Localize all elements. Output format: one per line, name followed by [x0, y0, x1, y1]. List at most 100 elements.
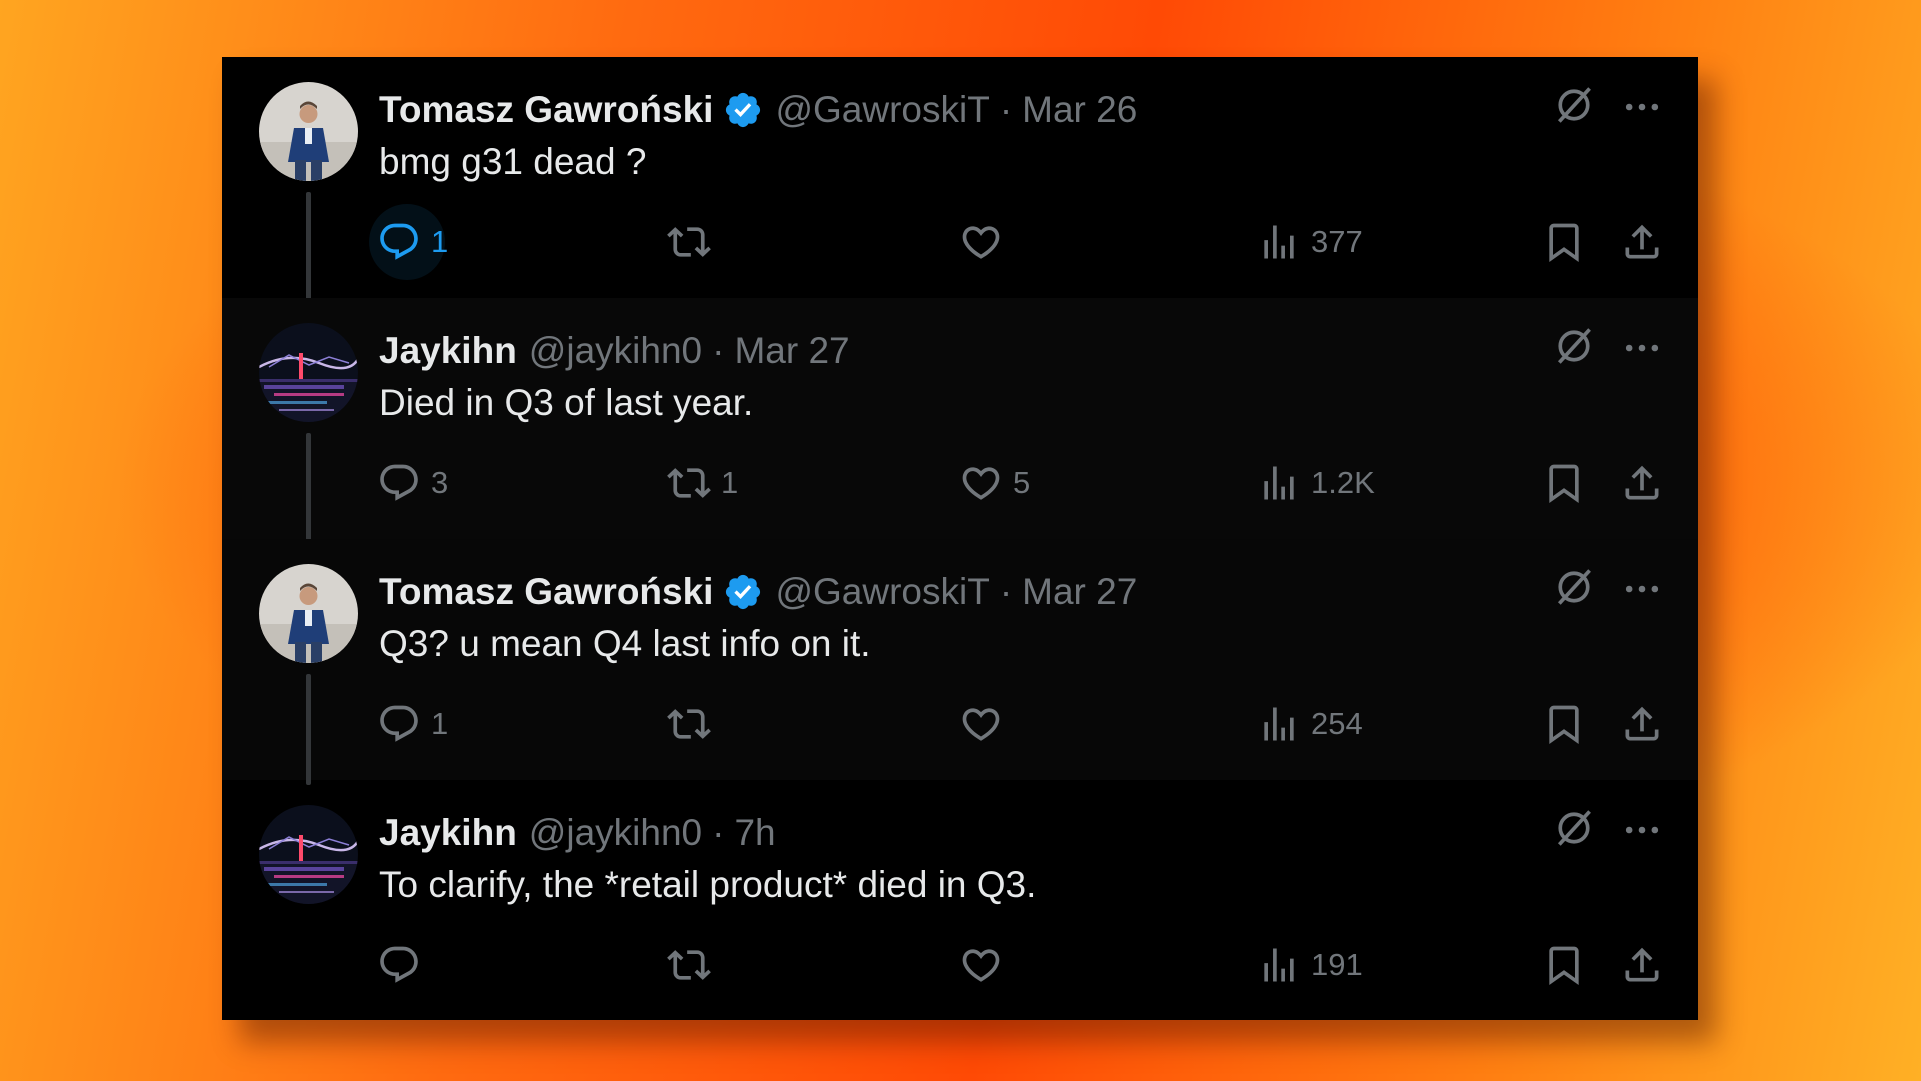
action-bar: 3 1 5 1.2K [222, 453, 1698, 513]
reply-icon [380, 705, 418, 742]
grok-icon[interactable] [1552, 83, 1596, 127]
bookmark-icon [1549, 705, 1579, 745]
more-icon[interactable] [1620, 85, 1664, 129]
conversation-card: Tomasz Gawroński @GawroskiT · Mar 26 bmg… [222, 57, 1698, 1020]
share-icon [1625, 706, 1659, 741]
bookmark-button[interactable] [1542, 212, 1586, 272]
reply-icon [380, 464, 418, 501]
bookmark-icon [1549, 223, 1579, 263]
tweet-header: Jaykihn @jaykihn0 · 7h [379, 808, 776, 858]
like-button[interactable] [959, 212, 1013, 272]
author-handle[interactable]: @jaykihn0 [529, 812, 702, 854]
bookmark-button[interactable] [1542, 694, 1586, 754]
retweet-icon [667, 709, 711, 739]
retweet-button[interactable]: 1 [667, 453, 738, 513]
timestamp[interactable]: Mar 26 [1022, 89, 1137, 131]
tweet[interactable]: Tomasz Gawroński @GawroskiT · Mar 27 Q3?… [222, 539, 1698, 785]
bridge-night-photo [259, 323, 358, 422]
action-bar: 1 254 [222, 694, 1698, 754]
man-in-suit-photo [259, 82, 358, 181]
avatar[interactable] [259, 82, 358, 181]
reply-button[interactable]: 3 [377, 453, 448, 513]
grok-icon[interactable] [1552, 565, 1596, 609]
like-button[interactable] [959, 694, 1013, 754]
view-count: 377 [1311, 224, 1363, 259]
tweet-header: Tomasz Gawroński @GawroskiT · Mar 26 [379, 85, 1137, 135]
reply-count: 1 [431, 224, 449, 259]
views-button[interactable]: 254 [1257, 694, 1363, 754]
retweet-icon [667, 468, 711, 498]
views-button[interactable]: 1.2K [1257, 453, 1375, 513]
author-name[interactable]: Jaykihn [379, 812, 517, 854]
share-button[interactable] [1620, 935, 1664, 995]
reply-icon [380, 946, 418, 983]
author-name[interactable]: Tomasz Gawroński [379, 571, 713, 613]
view-count: 1.2K [1311, 465, 1375, 500]
retweet-button[interactable] [667, 212, 721, 272]
reply-button[interactable]: 1 [377, 694, 448, 754]
verified-badge-icon [726, 92, 761, 128]
tweet[interactable]: Jaykihn @jaykihn0 · Mar 27 Died in Q3 of… [222, 298, 1698, 544]
bookmark-button[interactable] [1542, 453, 1586, 513]
reply-icon [380, 223, 418, 260]
verified-badge-icon [726, 574, 761, 610]
bookmark-button[interactable] [1542, 935, 1586, 995]
tweet-text: Died in Q3 of last year. [379, 382, 754, 423]
like-icon [962, 467, 1000, 500]
bookmark-icon [1549, 464, 1579, 504]
like-button[interactable] [959, 935, 1013, 995]
reply-button[interactable]: 1 [377, 212, 448, 272]
bridge-night-photo [259, 805, 358, 904]
like-icon [962, 708, 1000, 741]
share-button[interactable] [1620, 212, 1664, 272]
share-button[interactable] [1620, 453, 1664, 513]
author-handle[interactable]: @GawroskiT [775, 89, 989, 131]
action-bar: 191 [222, 935, 1698, 995]
like-icon [962, 949, 1000, 982]
tweet-text: To clarify, the *retail product* died in… [379, 864, 1037, 905]
more-icon[interactable] [1620, 567, 1664, 611]
like-button[interactable]: 5 [959, 453, 1030, 513]
views-button[interactable]: 191 [1257, 935, 1363, 995]
share-icon [1625, 947, 1659, 982]
retweet-icon [667, 950, 711, 980]
reply-count: 1 [431, 706, 449, 741]
author-handle[interactable]: @jaykihn0 [529, 330, 702, 372]
separator: · [712, 330, 725, 371]
tweet[interactable]: Tomasz Gawroński @GawroskiT · Mar 26 bmg… [222, 57, 1698, 303]
retweet-button[interactable] [667, 935, 721, 995]
reply-button[interactable] [377, 935, 431, 995]
retweet-count: 1 [721, 465, 739, 500]
avatar[interactable] [259, 323, 358, 422]
like-count: 5 [1013, 465, 1031, 500]
retweet-icon [667, 227, 711, 257]
views-button[interactable]: 377 [1257, 212, 1363, 272]
separator: · [999, 571, 1013, 612]
timestamp[interactable]: 7h [734, 812, 775, 854]
views-icon [1264, 707, 1294, 741]
view-count: 191 [1311, 947, 1363, 982]
tweet-header: Tomasz Gawroński @GawroskiT · Mar 27 [379, 567, 1137, 617]
views-icon [1264, 225, 1294, 259]
action-bar: 1 377 [222, 204, 1698, 280]
views-icon [1264, 948, 1294, 982]
author-handle[interactable]: @GawroskiT [775, 571, 989, 613]
grok-icon[interactable] [1552, 324, 1596, 368]
retweet-button[interactable] [667, 694, 721, 754]
tweet-text: Q3? u mean Q4 last info on it. [379, 623, 871, 664]
separator: · [712, 812, 725, 853]
more-icon[interactable] [1620, 808, 1664, 852]
more-icon[interactable] [1620, 326, 1664, 370]
share-button[interactable] [1620, 694, 1664, 754]
tweet-text: bmg g31 dead ? [379, 141, 647, 182]
avatar[interactable] [259, 564, 358, 663]
timestamp[interactable]: Mar 27 [734, 330, 849, 372]
grok-icon[interactable] [1552, 806, 1596, 850]
bookmark-icon [1549, 946, 1579, 986]
tweet[interactable]: Jaykihn @jaykihn0 · 7h To clarify, the *… [222, 780, 1698, 1020]
author-name[interactable]: Jaykihn [379, 330, 517, 372]
views-icon [1264, 466, 1294, 500]
avatar[interactable] [259, 805, 358, 904]
author-name[interactable]: Tomasz Gawroński [379, 89, 713, 131]
timestamp[interactable]: Mar 27 [1022, 571, 1137, 613]
